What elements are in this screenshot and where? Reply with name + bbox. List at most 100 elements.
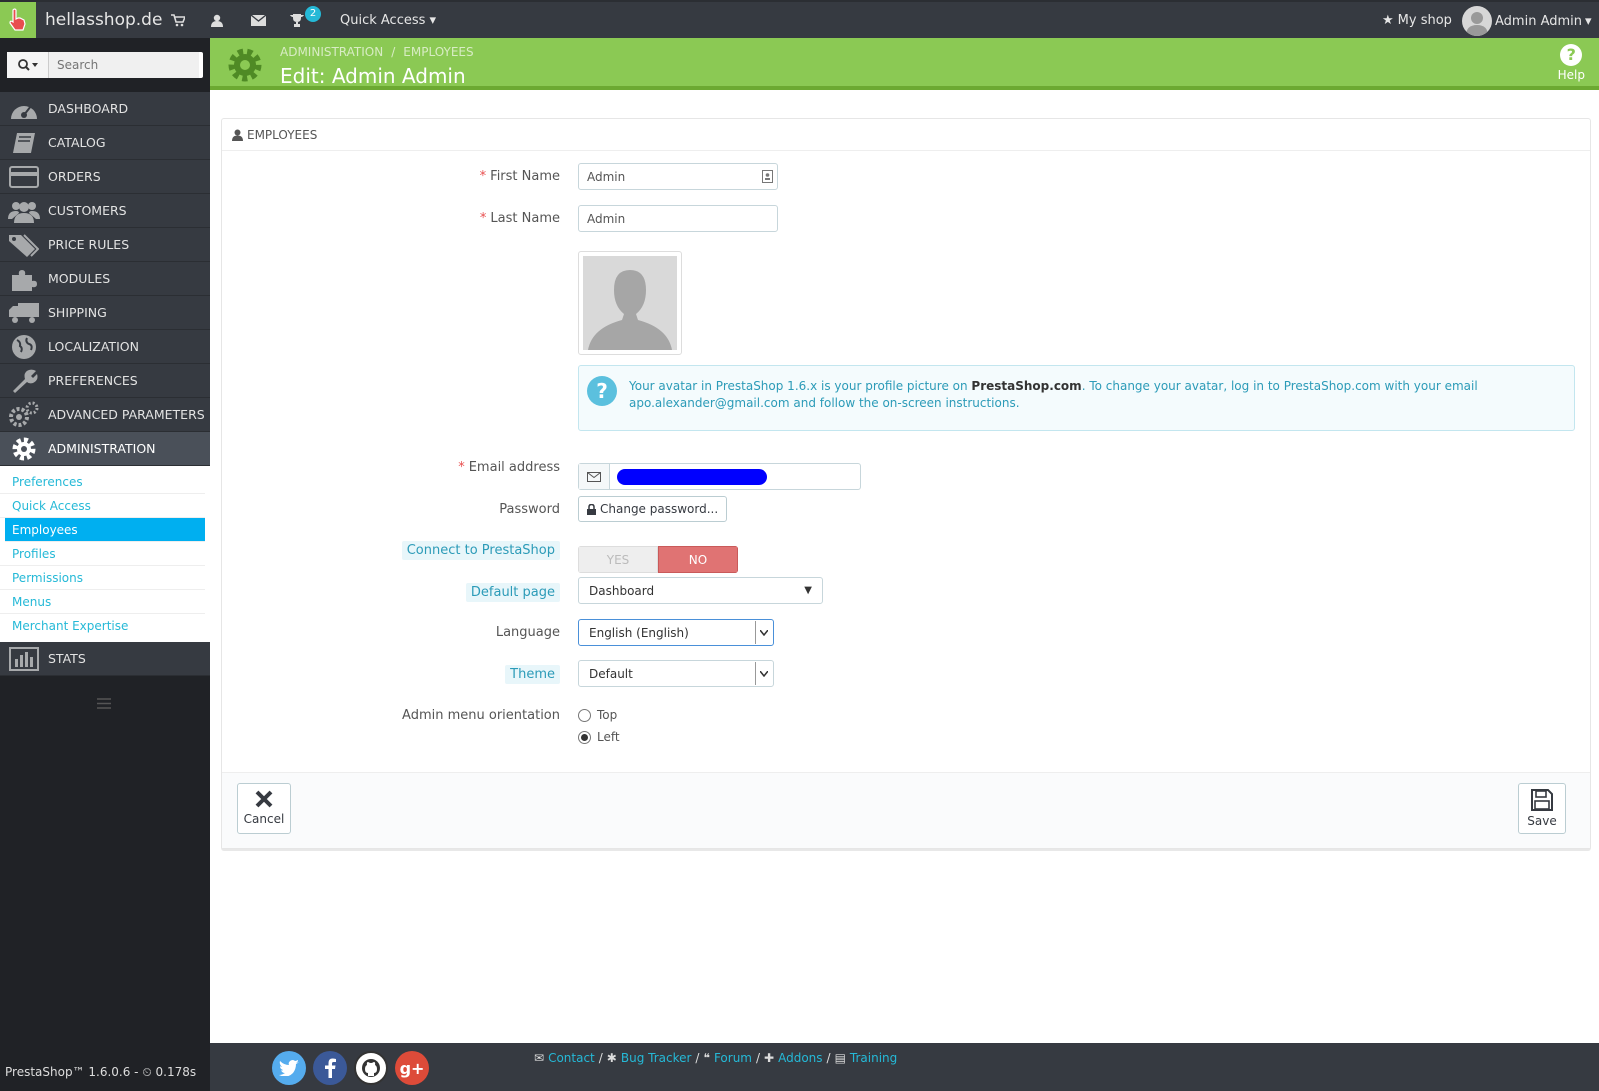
book-icon <box>0 126 48 160</box>
trophy-icon[interactable] <box>289 12 305 28</box>
language-select[interactable]: English (English) <box>578 619 774 646</box>
radio-top[interactable] <box>578 708 591 722</box>
avatar-info-alert: ? Your avatar in PrestaShop 1.6.x is you… <box>578 365 1575 431</box>
version-text: PrestaShop™ 1.6.0.6 - <box>5 1065 143 1079</box>
footer-link-bug-tracker[interactable]: Bug Tracker <box>621 1051 692 1065</box>
user-icon[interactable] <box>209 12 225 28</box>
users-icon <box>0 194 48 228</box>
sidebar-item-localization[interactable]: LOCALIZATION <box>0 330 210 364</box>
github-icon[interactable] <box>354 1051 388 1085</box>
envelope-icon[interactable] <box>250 12 266 28</box>
footer-links: ✉ Contact / ✱ Bug Tracker / ❝ Forum / ✚ Addons /… <box>534 1051 897 1065</box>
breadcrumb-employees[interactable]: EMPLOYEES <box>403 45 473 59</box>
facebook-icon[interactable] <box>313 1051 347 1085</box>
puzzle-icon: ✚ <box>764 1051 775 1065</box>
required-mark: * <box>479 211 487 226</box>
google-plus-icon[interactable]: g+ <box>395 1051 429 1085</box>
sidebar-item-orders[interactable]: ORDERS <box>0 160 210 194</box>
required-mark: * <box>458 460 465 475</box>
shop-name[interactable]: hellasshop.de <box>45 10 162 30</box>
footer-link-addons[interactable]: Addons <box>778 1051 822 1065</box>
connect-prestashop-label[interactable]: Connect to PrestaShop <box>401 541 560 560</box>
email-label: * Email address <box>458 460 560 475</box>
language-value: English (English) <box>589 625 689 640</box>
password-label: Password <box>499 502 560 517</box>
theme-label[interactable]: Theme <box>505 665 560 684</box>
my-shop-link[interactable]: ★ My shop <box>1382 13 1452 28</box>
footer-link-forum[interactable]: Forum <box>714 1051 752 1065</box>
email-field[interactable] <box>578 463 861 490</box>
quick-access-dropdown[interactable]: Quick Access ▾ <box>340 13 436 28</box>
sidebar-item-advanced-parameters[interactable]: ADVANCED PARAMETERS <box>0 398 210 432</box>
footer-link-contact[interactable]: Contact <box>548 1051 595 1065</box>
panel-title: EMPLOYEES <box>247 127 318 142</box>
dashboard-icon <box>0 92 48 126</box>
collapse-menu-icon[interactable] <box>97 698 111 713</box>
cart-icon[interactable] <box>170 12 186 28</box>
sidebar-item-preferences[interactable]: PREFERENCES <box>0 364 210 398</box>
orientation-top-option[interactable]: Top <box>578 708 617 722</box>
question-icon: ? <box>1560 44 1583 66</box>
default-page-select[interactable]: Dashboard ▼ <box>578 577 823 604</box>
default-page-value: Dashboard <box>589 583 655 598</box>
sidebar-item-price-rules[interactable]: PRICE RULES <box>0 228 210 262</box>
last-name-value: Admin <box>587 212 626 226</box>
user-menu[interactable]: Admin Admin ▾ <box>1462 6 1592 36</box>
breadcrumb-administration[interactable]: ADMINISTRATION <box>280 45 383 59</box>
save-button[interactable]: Save <box>1518 783 1566 834</box>
cancel-button[interactable]: Cancel <box>237 783 291 834</box>
sidebar-search <box>7 52 203 78</box>
connect-prestashop-switch[interactable]: YES NO <box>578 546 738 573</box>
last-name-field[interactable]: Admin <box>578 205 778 232</box>
footer-link-training[interactable]: Training <box>850 1051 897 1065</box>
sidebar-item-shipping[interactable]: SHIPPING <box>0 296 210 330</box>
submenu-item-quick-access[interactable]: Quick Access <box>0 494 205 518</box>
orientation-left-option[interactable]: Left <box>578 730 620 744</box>
submenu-item-menus[interactable]: Menus <box>0 590 205 614</box>
sidebar-item-dashboard[interactable]: DASHBOARD <box>0 92 210 126</box>
search-input[interactable] <box>49 52 199 78</box>
help-button[interactable]: ? Help <box>1558 44 1585 82</box>
breadcrumb-separator: / <box>391 45 396 59</box>
default-page-label[interactable]: Default page <box>465 583 560 602</box>
sidebar-item-catalog[interactable]: CATALOG <box>0 126 210 160</box>
sidebar-item-stats[interactable]: STATS <box>0 642 210 676</box>
caret-down-icon: ▾ <box>429 13 437 28</box>
switch-no[interactable]: NO <box>658 546 738 573</box>
search-type-button[interactable] <box>7 52 49 78</box>
caret-down-icon: ▼ <box>804 585 812 596</box>
footer-link-separator: / <box>695 1051 700 1065</box>
prestashop-link[interactable]: PrestaShop.com <box>971 379 1081 393</box>
twitter-icon[interactable] <box>272 1051 306 1085</box>
submenu-item-employees[interactable]: Employees <box>5 518 205 542</box>
theme-select[interactable]: Default <box>578 660 774 687</box>
redacted-email <box>617 469 767 485</box>
wrench-icon <box>0 364 48 398</box>
floppy-disk-icon <box>1531 789 1553 811</box>
main-menu: DASHBOARD CATALOG ORDERS CUSTOMERS PRICE… <box>0 92 210 676</box>
sidebar-item-modules[interactable]: MODULES <box>0 262 210 296</box>
submenu-item-permissions[interactable]: Permissions <box>0 566 205 590</box>
required-mark: * <box>479 169 487 184</box>
hand-pointer-icon <box>9 8 26 31</box>
switch-yes[interactable]: YES <box>578 546 658 573</box>
quick-access-label: Quick Access <box>340 13 426 28</box>
top-bar: hellasshop.de 2 Quick Access ▾ ★ My shop … <box>0 0 1599 38</box>
prestashop-logo[interactable] <box>0 2 36 38</box>
first-name-field[interactable]: Admin <box>578 163 778 190</box>
submenu-item-merchant-expertise[interactable]: Merchant Expertise <box>0 614 205 638</box>
sidebar-item-administration[interactable]: ADMINISTRATION <box>0 432 210 466</box>
change-password-button[interactable]: Change password... <box>578 496 728 522</box>
book-icon: ▤ <box>834 1051 846 1065</box>
envelope-icon <box>579 464 610 489</box>
clock-icon: ⏲ <box>142 1065 152 1079</box>
submenu-item-profiles[interactable]: Profiles <box>0 542 205 566</box>
sidebar-item-customers[interactable]: CUSTOMERS <box>0 194 210 228</box>
submenu-item-preferences[interactable]: Preferences <box>0 470 205 494</box>
truck-icon <box>0 296 48 330</box>
radio-left[interactable] <box>578 730 591 744</box>
employee-form-panel: EMPLOYEES * First Name Admin * Last Name A… <box>221 118 1591 849</box>
save-label: Save <box>1527 814 1557 828</box>
first-name-label-text: First Name <box>490 169 560 184</box>
globe-icon <box>0 330 48 364</box>
